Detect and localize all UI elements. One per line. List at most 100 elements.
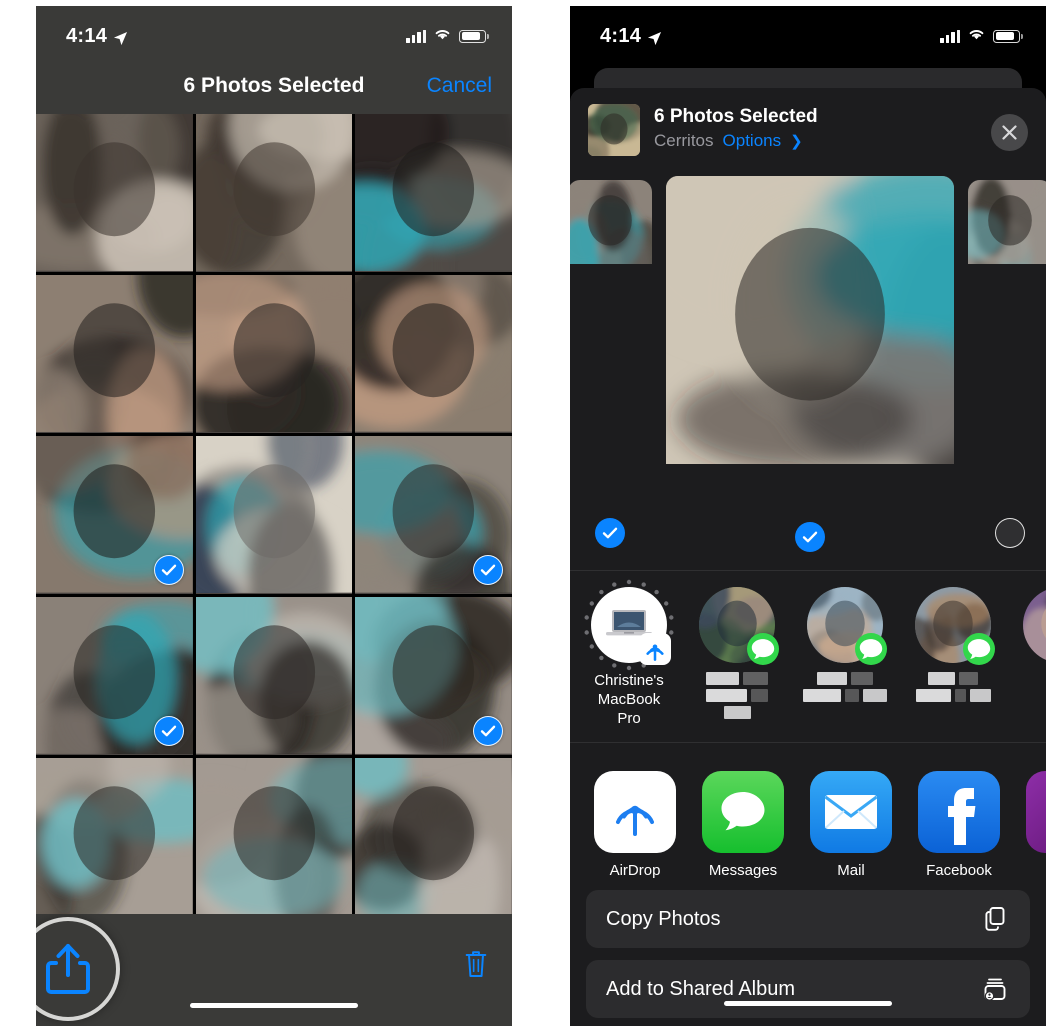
share-app-label: Messages xyxy=(708,862,778,879)
photo-grid-cell[interactable] xyxy=(36,758,193,916)
location-arrow-icon xyxy=(647,29,662,45)
airdrop-target[interactable] xyxy=(802,587,888,702)
photo-grid-cell[interactable] xyxy=(355,436,512,594)
sheet-thumbnail xyxy=(588,104,640,156)
share-app-label: Facebook xyxy=(926,862,992,879)
photo-grid-cell[interactable] xyxy=(355,597,512,755)
selected-check-icon[interactable] xyxy=(795,522,825,552)
photo-preview-strip[interactable] xyxy=(570,176,1046,564)
home-indicator-right xyxy=(724,1001,892,1006)
photo-grid-cell[interactable] xyxy=(195,436,353,594)
battery-icon xyxy=(993,29,1023,43)
share-app-[interactable] xyxy=(1026,771,1046,862)
close-icon xyxy=(1002,125,1017,140)
messages-icon[interactable] xyxy=(702,771,784,853)
photo-grid-cell[interactable] xyxy=(355,114,512,272)
trash-icon[interactable] xyxy=(462,948,490,980)
airdrop-icon xyxy=(646,644,664,661)
photo-grid-cell[interactable] xyxy=(195,114,353,272)
copy-icon xyxy=(980,904,1010,934)
airdrop-avatar xyxy=(699,587,779,665)
messages-badge-icon xyxy=(747,633,779,665)
sheet-subtitle-row: Cerritos Options ❯ xyxy=(654,131,818,151)
redacted-contact-name xyxy=(802,672,888,702)
shared-album-icon xyxy=(980,974,1010,1004)
preview-photo[interactable] xyxy=(570,180,652,560)
redacted-contact-name xyxy=(694,672,780,719)
sheet-title: 6 Photos Selected xyxy=(654,106,818,127)
right-phone-screenshot: 4:14 6 Photos Selected Cerritos Options … xyxy=(570,6,1046,1026)
flickr-icon xyxy=(1039,784,1046,840)
share-sheet-header: 6 Photos Selected Cerritos Options ❯ xyxy=(570,88,1046,170)
action-shared-album[interactable]: Add to Shared Album xyxy=(586,960,1030,1018)
share-app-label: Mail xyxy=(837,862,865,879)
airdrop-icon[interactable] xyxy=(594,771,676,853)
photo-grid-cell[interactable] xyxy=(195,275,353,433)
messages-icon xyxy=(967,639,991,659)
airdrop-avatar xyxy=(915,587,995,665)
airdrop-target[interactable] xyxy=(694,587,780,719)
copy-icon xyxy=(985,907,1005,931)
cancel-button[interactable]: Cancel xyxy=(427,74,492,98)
photo-grid-cell[interactable] xyxy=(36,597,193,755)
share-sheet: 6 Photos Selected Cerritos Options ❯ Chr… xyxy=(570,88,1046,1026)
photo-grid[interactable] xyxy=(36,114,512,920)
wifi-icon xyxy=(433,27,452,46)
selected-check-icon[interactable] xyxy=(153,555,184,585)
wifi-icon xyxy=(967,27,986,46)
mail-icon xyxy=(824,795,878,829)
share-app-label: AirDrop xyxy=(609,862,661,879)
status-bar-right: 4:14 xyxy=(570,6,1046,58)
unselected-circle-icon[interactable] xyxy=(995,518,1025,548)
facebook-icon[interactable] xyxy=(918,771,1000,853)
photo-grid-cell[interactable] xyxy=(195,597,353,755)
photo-grid-cell[interactable] xyxy=(355,275,512,433)
photo-grid-cell[interactable] xyxy=(36,275,193,433)
action-copy-photos[interactable]: Copy Photos xyxy=(586,890,1030,948)
mail-icon[interactable] xyxy=(810,771,892,853)
shared-album-icon xyxy=(984,978,1006,1001)
home-indicator-left xyxy=(190,1003,358,1008)
photo-grid-cell[interactable] xyxy=(355,758,512,916)
airdrop-icon xyxy=(616,805,654,836)
airdrop-target[interactable] xyxy=(910,587,996,702)
share-app-mail[interactable]: Mail xyxy=(810,771,892,879)
airdrop-target[interactable]: Christine's MacBook Pro xyxy=(584,579,674,728)
flickr-icon[interactable] xyxy=(1026,771,1046,853)
airdrop-avatar xyxy=(1023,587,1046,663)
sheet-location-label: Cerritos xyxy=(654,131,714,150)
cellular-signal-icon xyxy=(406,29,426,43)
chevron-right-icon[interactable]: ❯ xyxy=(790,132,803,150)
selected-check-icon[interactable] xyxy=(473,716,503,746)
photo-grid-cell[interactable] xyxy=(36,436,193,594)
share-apps-row[interactable]: AirDrop Messages Mail Facebook xyxy=(570,742,1046,890)
page-title: 6 Photos Selected xyxy=(183,74,365,97)
share-app-airdrop[interactable]: AirDrop xyxy=(594,771,676,879)
close-button[interactable] xyxy=(991,114,1028,151)
sheet-header-text: 6 Photos Selected Cerritos Options ❯ xyxy=(654,104,818,170)
airdrop-avatar xyxy=(584,579,674,671)
selected-check-icon[interactable] xyxy=(153,716,184,746)
airdrop-target[interactable] xyxy=(1018,587,1046,671)
preview-photo[interactable] xyxy=(666,176,954,564)
airdrop-badge-icon xyxy=(639,633,671,665)
location-arrow-icon xyxy=(113,29,128,45)
share-app-messages[interactable]: Messages xyxy=(702,771,784,879)
preview-photo[interactable] xyxy=(968,180,1046,560)
options-button[interactable]: Options xyxy=(723,131,782,151)
status-bar-indicators xyxy=(406,27,489,46)
share-app-facebook[interactable]: Facebook xyxy=(918,771,1000,879)
messages-badge-icon xyxy=(855,633,887,665)
messages-icon xyxy=(751,639,775,659)
left-phone-screenshot: 4:14 6 Photos Selected Cancel xyxy=(36,6,512,1026)
airdrop-targets-row[interactable]: Christine's MacBook Pro xyxy=(570,570,1046,742)
airdrop-target-label: Christine's MacBook Pro xyxy=(594,672,664,727)
photo-grid-cell[interactable] xyxy=(195,758,353,916)
battery-icon xyxy=(459,29,489,43)
selected-check-icon[interactable] xyxy=(473,555,503,585)
action-label: Add to Shared Album xyxy=(606,977,796,1000)
selected-check-icon[interactable] xyxy=(595,518,625,548)
cellular-signal-icon xyxy=(940,29,960,43)
status-bar-indicators-right xyxy=(940,27,1023,46)
photo-grid-cell[interactable] xyxy=(36,114,193,272)
